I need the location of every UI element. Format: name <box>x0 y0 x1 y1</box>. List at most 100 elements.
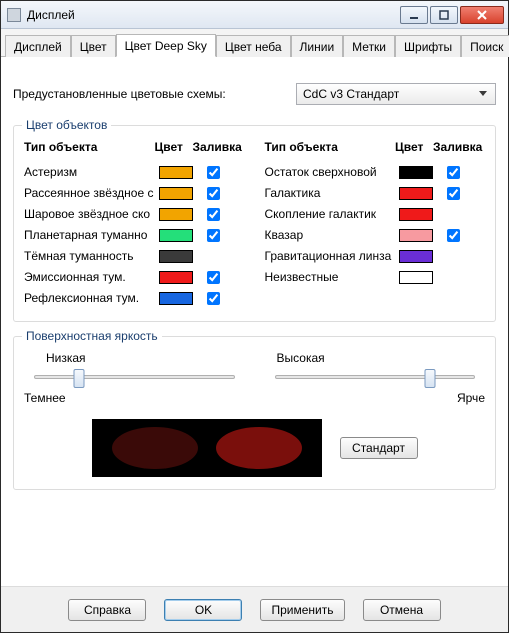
color-swatch[interactable] <box>399 208 433 221</box>
object-name: Планетарная туманно <box>24 228 159 242</box>
object-row: Остаток сверхновой <box>265 162 486 182</box>
header-fill: Заливка <box>193 140 245 154</box>
object-name: Рассеянное звёздное с <box>24 186 159 200</box>
tab-0[interactable]: Дисплей <box>5 35 71 57</box>
fill-cell <box>441 166 485 179</box>
color-swatch[interactable] <box>159 187 193 200</box>
fill-checkbox[interactable] <box>447 187 460 200</box>
cancel-button[interactable]: Отмена <box>363 599 441 621</box>
color-swatch[interactable] <box>399 250 433 263</box>
object-name: Шаровое звёздное ско <box>24 207 159 221</box>
tab-7[interactable]: Поиск <box>461 35 509 57</box>
object-row: Галактика <box>265 183 486 203</box>
group-surface-brightness: Поверхностная яркость Низкая Высокая Тем… <box>13 336 496 490</box>
column-header: Тип объекта Цвет Заливка <box>24 140 245 154</box>
preset-combo[interactable]: CdC v3 Стандарт <box>296 83 496 105</box>
color-swatch[interactable] <box>159 229 193 242</box>
object-row: Неизвестные <box>265 267 486 287</box>
fill-cell <box>201 187 245 200</box>
object-name: Тёмная туманность <box>24 249 159 263</box>
tab-5[interactable]: Метки <box>343 35 395 57</box>
object-name: Рефлексионная тум. <box>24 291 159 305</box>
fill-checkbox[interactable] <box>207 208 220 221</box>
fill-cell <box>441 187 485 200</box>
tab-3[interactable]: Цвет неба <box>216 35 291 57</box>
sb-high-label: Высокая <box>255 351 486 365</box>
object-row: Квазар <box>265 225 486 245</box>
group-sb-title: Поверхностная яркость <box>22 329 162 343</box>
object-row: Рассеянное звёздное с <box>24 183 245 203</box>
group-object-colors-title: Цвет объектов <box>22 118 111 132</box>
color-swatch[interactable] <box>399 229 433 242</box>
color-swatch[interactable] <box>399 166 433 179</box>
header-color: Цвет <box>395 140 433 154</box>
color-swatch[interactable] <box>159 271 193 284</box>
object-row: Рефлексионная тум. <box>24 288 245 308</box>
object-row: Тёмная туманность <box>24 246 245 266</box>
fill-checkbox[interactable] <box>207 187 220 200</box>
titlebar: Дисплей <box>1 1 508 29</box>
object-row: Скопление галактик <box>265 204 486 224</box>
fill-checkbox[interactable] <box>207 292 220 305</box>
fill-cell <box>201 292 245 305</box>
preset-value: CdC v3 Стандарт <box>303 87 475 101</box>
ok-button[interactable]: OK <box>164 599 242 621</box>
column-header: Тип объекта Цвет Заливка <box>265 140 486 154</box>
tab-content: Предустановленные цветовые схемы: CdC v3… <box>1 57 508 586</box>
color-swatch[interactable] <box>159 208 193 221</box>
tab-6[interactable]: Шрифты <box>395 35 461 57</box>
help-button[interactable]: Справка <box>68 599 146 621</box>
slider-low[interactable] <box>34 369 235 379</box>
window-title: Дисплей <box>27 8 398 22</box>
object-row: Астеризм <box>24 162 245 182</box>
object-name: Гравитационная линза <box>265 249 400 263</box>
object-name: Остаток сверхновой <box>265 165 400 179</box>
fill-cell <box>201 229 245 242</box>
color-swatch[interactable] <box>399 271 433 284</box>
color-swatch[interactable] <box>159 166 193 179</box>
standard-button[interactable]: Стандарт <box>340 437 418 459</box>
sb-brighter-label: Ярче <box>457 391 485 405</box>
maximize-button[interactable] <box>430 6 458 24</box>
slider-thumb[interactable] <box>425 369 436 388</box>
slider-thumb[interactable] <box>73 369 84 388</box>
app-icon <box>7 8 21 22</box>
fill-checkbox[interactable] <box>207 271 220 284</box>
header-fill: Заливка <box>433 140 485 154</box>
chevron-down-icon <box>475 86 491 102</box>
object-name: Квазар <box>265 228 400 242</box>
object-name: Галактика <box>265 186 400 200</box>
object-name: Неизвестные <box>265 270 400 284</box>
tab-2[interactable]: Цвет Deep Sky <box>116 34 216 57</box>
color-swatch[interactable] <box>159 250 193 263</box>
tab-1[interactable]: Цвет <box>71 35 116 57</box>
object-name: Астеризм <box>24 165 159 179</box>
close-button[interactable] <box>460 6 504 24</box>
fill-cell <box>201 208 245 221</box>
object-row: Гравитационная линза <box>265 246 486 266</box>
object-row: Эмиссионная тум. <box>24 267 245 287</box>
header-color: Цвет <box>155 140 193 154</box>
tab-bar: ДисплейЦветЦвет Deep SkyЦвет небаЛинииМе… <box>1 29 508 57</box>
fill-cell <box>201 166 245 179</box>
preview-ellipse-dark <box>112 427 198 469</box>
color-swatch[interactable] <box>159 292 193 305</box>
fill-checkbox[interactable] <box>207 229 220 242</box>
apply-button[interactable]: Применить <box>260 599 344 621</box>
minimize-button[interactable] <box>400 6 428 24</box>
header-type: Тип объекта <box>265 140 396 154</box>
slider-high[interactable] <box>275 369 476 379</box>
preset-label: Предустановленные цветовые схемы: <box>13 87 296 101</box>
sb-darker-label: Темнее <box>24 391 457 405</box>
preview-ellipse-bright <box>216 427 302 469</box>
header-type: Тип объекта <box>24 140 155 154</box>
object-name: Эмиссионная тум. <box>24 270 159 284</box>
color-swatch[interactable] <box>399 187 433 200</box>
fill-checkbox[interactable] <box>447 229 460 242</box>
tab-4[interactable]: Линии <box>291 35 344 57</box>
brightness-preview <box>92 419 322 477</box>
fill-checkbox[interactable] <box>207 166 220 179</box>
fill-checkbox[interactable] <box>447 166 460 179</box>
sb-low-label: Низкая <box>24 351 255 365</box>
group-object-colors: Цвет объектов Тип объекта Цвет Заливка А… <box>13 125 496 322</box>
